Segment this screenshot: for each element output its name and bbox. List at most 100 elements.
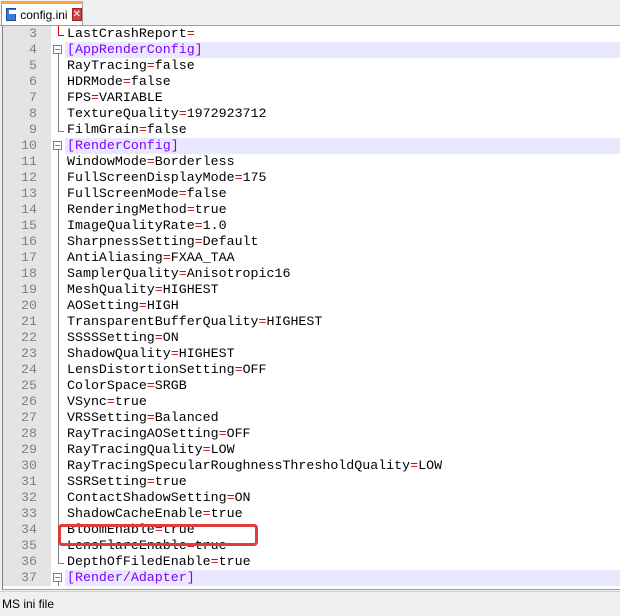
close-tab-icon[interactable]: ✕ bbox=[71, 8, 82, 21]
code-line[interactable]: 29 RayTracingQuality=LOW bbox=[3, 442, 620, 458]
value: VARIABLE bbox=[98, 90, 163, 105]
code-line[interactable]: 28 RayTracingAOSetting=OFF bbox=[3, 426, 620, 442]
equals: = bbox=[90, 90, 99, 105]
equals: = bbox=[234, 170, 243, 185]
code-line[interactable]: 26 VSync=true bbox=[3, 394, 620, 410]
code-line[interactable]: 20 AOSetting=HIGH bbox=[3, 298, 620, 314]
line-text: ImageQualityRate=1.0 bbox=[67, 218, 227, 234]
fold-margin bbox=[51, 90, 65, 106]
code-line[interactable]: 22 SSSSSetting=ON bbox=[3, 330, 620, 346]
equals: = bbox=[410, 458, 419, 473]
line-number: 33 bbox=[3, 506, 51, 522]
line-number: 4 bbox=[3, 42, 51, 58]
line-text: RayTracingQuality=LOW bbox=[67, 442, 235, 458]
key: FullScreenMode bbox=[67, 186, 179, 201]
equals: = bbox=[146, 154, 155, 169]
text-editor[interactable]: 3 LastCrashReport= 4 [AppRenderConfig] 5 RayT… bbox=[2, 26, 620, 590]
fold-margin bbox=[51, 362, 65, 378]
section-line[interactable]: 37 [Render/Adapter] bbox=[3, 570, 620, 586]
code-line[interactable]: 33 ShadowCacheEnable=true bbox=[3, 506, 620, 522]
code-line[interactable]: 18 SamplerQuality=Anisotropic16 bbox=[3, 266, 620, 282]
key: LensDistortionSetting bbox=[67, 362, 235, 377]
section-header: [RenderConfig] bbox=[67, 138, 179, 153]
line-text: SSSSSetting=ON bbox=[67, 330, 179, 346]
code-line[interactable]: 24 LensDistortionSetting=OFF bbox=[3, 362, 620, 378]
line-number: 20 bbox=[3, 298, 51, 314]
code-line[interactable]: 36 DepthOfFiledEnable=true bbox=[3, 554, 620, 570]
equals: = bbox=[210, 554, 219, 569]
value: Borderless bbox=[154, 154, 235, 169]
key: RayTracingQuality bbox=[67, 442, 203, 457]
code-line[interactable]: 12 FullScreenDisplayMode=175 bbox=[3, 170, 620, 186]
code-line[interactable]: 25 ColorSpace=SRGB bbox=[3, 378, 620, 394]
fold-margin bbox=[51, 250, 65, 266]
line-text: SSRSetting=true bbox=[67, 474, 187, 490]
fold-collapse-icon[interactable] bbox=[53, 141, 62, 150]
section-line[interactable]: 10 [RenderConfig] bbox=[3, 138, 620, 154]
code-line[interactable]: 3 LastCrashReport= bbox=[3, 26, 620, 42]
code-line[interactable]: 9 FilmGrain=false bbox=[3, 122, 620, 138]
line-text: DepthOfFiledEnable=true bbox=[67, 554, 251, 570]
equals: = bbox=[138, 122, 147, 137]
equals: = bbox=[186, 202, 195, 217]
code-line[interactable]: 11 WindowMode=Borderless bbox=[3, 154, 620, 170]
equals: = bbox=[258, 314, 267, 329]
code-line[interactable]: 19 MeshQuality=HIGHEST bbox=[3, 282, 620, 298]
code-line[interactable]: 17 AntiAliasing=FXAA_TAA bbox=[3, 250, 620, 266]
line-number: 27 bbox=[3, 410, 51, 426]
highlight-box bbox=[58, 524, 258, 546]
code-line[interactable]: 7 FPS=VARIABLE bbox=[3, 90, 620, 106]
fold-collapse-icon[interactable] bbox=[53, 573, 62, 582]
key: ShadowCacheEnable bbox=[67, 506, 203, 521]
line-number: 23 bbox=[3, 346, 51, 362]
equals: = bbox=[146, 410, 155, 425]
line-text: ContactShadowSetting=ON bbox=[67, 490, 251, 506]
equals: = bbox=[138, 298, 147, 313]
code-line[interactable]: 15 ImageQualityRate=1.0 bbox=[3, 218, 620, 234]
fold-margin bbox=[51, 26, 65, 42]
code-line[interactable]: 21 TransparentBufferQuality=HIGHEST bbox=[3, 314, 620, 330]
fold-margin bbox=[51, 458, 65, 474]
equals: = bbox=[226, 490, 235, 505]
value: 175 bbox=[242, 170, 267, 185]
key: VSync bbox=[67, 394, 107, 409]
value: false bbox=[186, 186, 227, 201]
fold-margin bbox=[51, 154, 65, 170]
line-number: 28 bbox=[3, 426, 51, 442]
fold-margin bbox=[51, 378, 65, 394]
key: TransparentBufferQuality bbox=[67, 314, 259, 329]
code-line[interactable]: 30 RayTracingSpecularRoughnessThresholdQu… bbox=[3, 458, 620, 474]
value: true bbox=[194, 202, 227, 217]
section-line[interactable]: 4 [AppRenderConfig] bbox=[3, 42, 620, 58]
code-line[interactable]: 8 TextureQuality=1972923712 bbox=[3, 106, 620, 122]
status-language: MS ini file bbox=[2, 597, 55, 611]
value: HIGHEST bbox=[162, 282, 219, 297]
code-line[interactable]: 6 HDRMode=false bbox=[3, 74, 620, 90]
line-number: 7 bbox=[3, 90, 51, 106]
line-number: 19 bbox=[3, 282, 51, 298]
code-line[interactable]: 27 VRSSetting=Balanced bbox=[3, 410, 620, 426]
value: true bbox=[154, 474, 187, 489]
code-line[interactable]: 31 SSRSetting=true bbox=[3, 474, 620, 490]
line-text: LastCrashReport= bbox=[67, 26, 195, 42]
code-line[interactable]: 23 ShadowQuality=HIGHEST bbox=[3, 346, 620, 362]
line-text: MeshQuality=HIGHEST bbox=[67, 282, 219, 298]
tab-config-ini[interactable]: config.ini ✕ bbox=[1, 1, 83, 25]
line-number: 17 bbox=[3, 250, 51, 266]
key: RayTracingSpecularRoughnessThresholdQual… bbox=[67, 458, 411, 473]
line-text: LensDistortionSetting=OFF bbox=[67, 362, 267, 378]
code-line[interactable]: 13 FullScreenMode=false bbox=[3, 186, 620, 202]
code-line[interactable]: 5 RayTracing=false bbox=[3, 58, 620, 74]
line-number: 14 bbox=[3, 202, 51, 218]
key: SamplerQuality bbox=[67, 266, 179, 281]
fold-margin bbox=[51, 442, 65, 458]
fold-margin bbox=[51, 298, 65, 314]
code-line[interactable]: 14 RenderingMethod=true bbox=[3, 202, 620, 218]
fold-margin bbox=[51, 394, 65, 410]
line-number: 29 bbox=[3, 442, 51, 458]
fold-collapse-icon[interactable] bbox=[53, 45, 62, 54]
key: ColorSpace bbox=[67, 378, 147, 393]
code-line[interactable]: 16 SharpnessSetting=Default bbox=[3, 234, 620, 250]
line-text: FPS=VARIABLE bbox=[67, 90, 163, 106]
code-line[interactable]: 32 ContactShadowSetting=ON bbox=[3, 490, 620, 506]
